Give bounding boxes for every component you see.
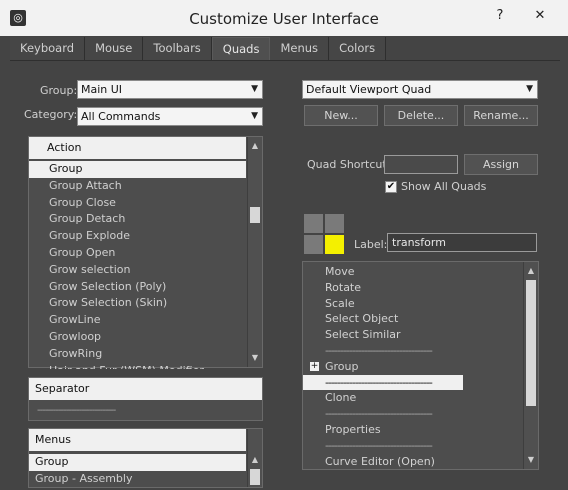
quad-item[interactable]: Scale — [303, 296, 522, 312]
group-dropdown-value: Main UI — [81, 83, 123, 96]
list-item[interactable]: Group Attach — [29, 178, 246, 195]
quad-item-label: Group — [325, 359, 359, 373]
show-all-quads-label: Show All Quads — [401, 180, 487, 193]
quad-item[interactable]: Select Similar — [303, 327, 522, 343]
chevron-down-icon: ▼ — [251, 111, 258, 121]
rename-button[interactable]: Rename... — [464, 105, 538, 126]
tab-keyboard[interactable]: Keyboard — [10, 37, 86, 61]
menus-list[interactable]: Menus Group Group - Assembly ▲ — [28, 428, 263, 488]
category-label: Category: — [24, 108, 78, 121]
quad-separator[interactable]: ------------------------------------ — [303, 343, 522, 359]
assign-button[interactable]: Assign — [464, 154, 538, 175]
chevron-down-icon: ▼ — [526, 84, 533, 94]
menus-list-scrollbar[interactable]: ▲ — [247, 429, 262, 487]
action-list-rows: Group Group Attach Group Close Group Det… — [29, 161, 246, 369]
list-item[interactable]: GrowRing — [29, 346, 246, 363]
tab-colors[interactable]: Colors — [329, 37, 387, 61]
new-button[interactable]: New... — [304, 105, 378, 126]
quad-label-field[interactable]: transform — [387, 233, 537, 252]
quad-shortcut-field[interactable] — [384, 155, 458, 174]
quad-items-rows: Move Rotate Scale Select Object Select S… — [303, 264, 522, 469]
scroll-down-icon[interactable]: ▼ — [524, 453, 538, 467]
quad-top-right[interactable] — [325, 214, 344, 233]
action-list[interactable]: Action Group Group Attach Group Close Gr… — [28, 136, 263, 369]
category-dropdown-value: All Commands — [81, 110, 161, 123]
menus-list-header: Menus — [29, 429, 246, 451]
action-list-header: Action — [29, 137, 246, 159]
quad-item[interactable]: Select Object — [303, 311, 522, 327]
scroll-thumb[interactable] — [250, 469, 260, 485]
quad-shortcut-label: Quad Shortcut: — [307, 158, 391, 171]
quad-item-submenu[interactable]: + Group — [303, 359, 522, 375]
quad-top-left[interactable] — [304, 214, 323, 233]
separator-list[interactable]: Separator ------------------------------ — [28, 377, 263, 421]
scroll-down-icon[interactable]: ▼ — [248, 351, 262, 365]
list-item[interactable]: Grow selection — [29, 262, 246, 279]
delete-button[interactable]: Delete... — [384, 105, 458, 126]
category-dropdown[interactable]: All Commands ▼ — [77, 107, 263, 126]
list-item[interactable]: Group Explode — [29, 228, 246, 245]
tab-quads[interactable]: Quads — [211, 37, 271, 61]
quad-separator[interactable]: ------------------------------------ — [303, 406, 522, 422]
group-dropdown[interactable]: Main UI ▼ — [77, 80, 263, 99]
quad-bottom-right-selected[interactable] — [325, 235, 344, 254]
list-item[interactable]: Grow Selection (Poly) — [29, 279, 246, 296]
quad-separator-selected[interactable]: ------------------------------------ — [303, 374, 463, 391]
quad-items-list[interactable]: Move Rotate Scale Select Object Select S… — [302, 261, 539, 470]
list-item[interactable]: Hair and Fur (WSM) Modifier — [29, 363, 246, 369]
quad-items-scrollbar[interactable]: ▲ ▼ — [523, 262, 538, 469]
scroll-up-icon[interactable]: ▲ — [248, 453, 262, 467]
list-item[interactable]: Grow Selection (Skin) — [29, 295, 246, 312]
action-list-scrollbar[interactable]: ▲ ▼ — [247, 137, 262, 367]
chevron-down-icon: ▼ — [251, 84, 258, 94]
quad-item[interactable]: Clone — [303, 390, 522, 406]
quad-bottom-left[interactable] — [304, 235, 323, 254]
scroll-up-icon[interactable]: ▲ — [248, 139, 262, 153]
separator-header: Separator — [29, 378, 262, 400]
scroll-thumb[interactable] — [250, 207, 260, 223]
label-label: Label: — [354, 238, 388, 251]
list-item[interactable]: Group Detach — [29, 211, 246, 228]
menus-list-rows: Group Group - Assembly — [29, 454, 246, 488]
list-item[interactable]: Group — [29, 454, 246, 471]
quad-separator[interactable]: ------------------------------------ — [303, 438, 522, 454]
separator-line[interactable]: ------------------------------ — [37, 405, 116, 416]
scroll-up-icon[interactable]: ▲ — [524, 264, 538, 278]
show-all-quads-checkbox[interactable]: ✔ — [385, 181, 397, 193]
tab-bar: Keyboard Mouse Toolbars Quads Menus Colo… — [10, 37, 560, 61]
quad-item[interactable]: Rotate — [303, 280, 522, 296]
list-item[interactable]: Group - Assembly — [29, 471, 246, 488]
tab-toolbars[interactable]: Toolbars — [143, 37, 212, 61]
quad-set-dropdown[interactable]: Default Viewport Quad ▼ — [302, 80, 538, 99]
list-item[interactable]: Group Close — [29, 195, 246, 212]
quad-item[interactable]: Curve Editor (Open) — [303, 454, 522, 470]
expand-plus-icon[interactable]: + — [310, 361, 319, 371]
quad-item[interactable]: Move — [303, 264, 522, 280]
group-label: Group: — [40, 84, 78, 97]
title-bar: ◎ Customize User Interface ? ✕ — [0, 0, 568, 36]
list-item[interactable]: Growloop — [29, 329, 246, 346]
scroll-thumb[interactable] — [526, 280, 536, 406]
list-item[interactable]: GrowLine — [29, 312, 246, 329]
quad-item[interactable]: Properties — [303, 422, 522, 438]
help-button[interactable]: ? — [490, 6, 510, 28]
list-item[interactable]: Group Open — [29, 245, 246, 262]
quad-set-value: Default Viewport Quad — [306, 83, 432, 96]
window-title: Customize User Interface — [189, 10, 379, 28]
tab-mouse[interactable]: Mouse — [85, 37, 144, 61]
close-button[interactable]: ✕ — [520, 6, 560, 26]
list-item[interactable]: Group — [29, 161, 246, 178]
tab-menus[interactable]: Menus — [270, 37, 330, 61]
